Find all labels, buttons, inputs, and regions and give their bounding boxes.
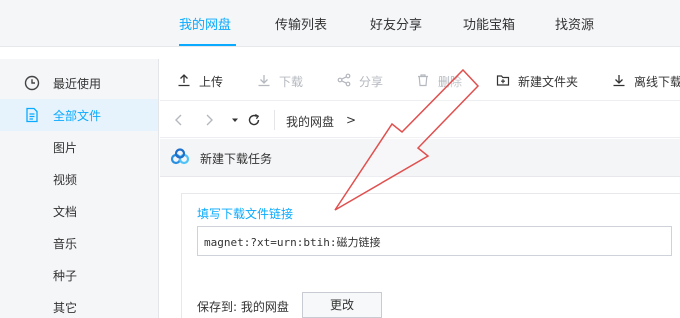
top-nav: 我的网盘 传输列表 好友分享 功能宝箱 找资源 — [0, 0, 680, 47]
sidebar-item-recent[interactable]: 最近使用 — [0, 67, 158, 99]
breadcrumb-root[interactable]: 我的网盘 — [286, 113, 334, 130]
download-link-input[interactable]: magnet:?xt=urn:btih:磁力链接 — [197, 226, 672, 256]
dialog-header: 新建下载任务 — [160, 139, 680, 177]
sidebar-item-videos[interactable]: 视频 — [0, 163, 158, 195]
refresh-icon[interactable] — [247, 113, 261, 127]
history-dropdown-icon[interactable] — [228, 113, 242, 127]
toolbar: 上传 下载 分享 删除 新建文件夹 离线下载 — [160, 59, 680, 101]
nav-divider — [0, 46, 680, 47]
sidebar-item-label: 种子 — [53, 269, 78, 283]
sidebar-item-label: 音乐 — [53, 237, 78, 251]
tab-toolbox[interactable]: 功能宝箱 — [463, 14, 515, 33]
sidebar-item-label: 全部文件 — [53, 109, 102, 123]
back-arrow-icon[interactable] — [172, 113, 186, 127]
link-field-label: 填写下载文件链接 — [197, 207, 294, 221]
clock-icon — [24, 75, 40, 91]
sidebar: 最近使用 全部文件 图片 视频 文档 音乐 种子 其它 — [0, 59, 159, 318]
offline-download-icon — [613, 75, 625, 87]
download-icon — [258, 75, 270, 87]
upload-icon — [178, 74, 190, 87]
save-location-label: 保存到: 我的网盘 — [197, 300, 289, 314]
tab-friend-share[interactable]: 好友分享 — [370, 14, 422, 33]
sidebar-item-torrents[interactable]: 种子 — [0, 259, 158, 291]
sidebar-item-documents[interactable]: 文档 — [0, 195, 158, 227]
upload-label: 上传 — [199, 75, 224, 89]
dialog-title: 新建下载任务 — [200, 152, 273, 166]
sidebar-item-label: 其它 — [53, 301, 78, 315]
breadcrumb-chevron: > — [346, 113, 357, 127]
sidebar-item-label: 最近使用 — [53, 77, 102, 91]
app-window: 我的网盘 传输列表 好友分享 功能宝箱 找资源 最近使用 全部文件 图片 视频 — [0, 0, 680, 318]
change-location-button[interactable]: 更改 — [302, 292, 382, 318]
tab-my-disk[interactable]: 我的网盘 — [179, 14, 231, 33]
dialog-body: 填写下载文件链接 magnet:?xt=urn:btih:磁力链接 保存到: 我… — [181, 193, 680, 318]
new-folder-label: 新建文件夹 — [518, 75, 579, 89]
sidebar-item-music[interactable]: 音乐 — [0, 227, 158, 259]
share-icon — [337, 73, 351, 87]
delete-label: 删除 — [438, 75, 463, 89]
trash-icon — [418, 74, 428, 87]
tab-transfer-list[interactable]: 传输列表 — [275, 14, 327, 33]
sidebar-item-label: 文档 — [53, 205, 78, 219]
breadcrumb-bar: 我的网盘 > — [160, 102, 680, 138]
file-icon — [26, 107, 38, 123]
breadcrumb-separator — [274, 110, 275, 130]
share-label: 分享 — [359, 75, 384, 89]
folder-plus-icon — [496, 75, 510, 86]
sidebar-item-images[interactable]: 图片 — [0, 131, 158, 163]
sidebar-item-other[interactable]: 其它 — [0, 291, 158, 318]
offline-download-label: 离线下载 — [634, 75, 680, 89]
sidebar-item-label: 视频 — [53, 173, 78, 187]
sidebar-item-all-files[interactable]: 全部文件 — [0, 99, 158, 131]
sidebar-item-label: 图片 — [53, 141, 78, 155]
forward-arrow-icon[interactable] — [202, 113, 216, 127]
download-label: 下载 — [279, 75, 304, 89]
tab-find-resources[interactable]: 找资源 — [555, 14, 594, 33]
cloud-logo-icon — [170, 148, 190, 165]
